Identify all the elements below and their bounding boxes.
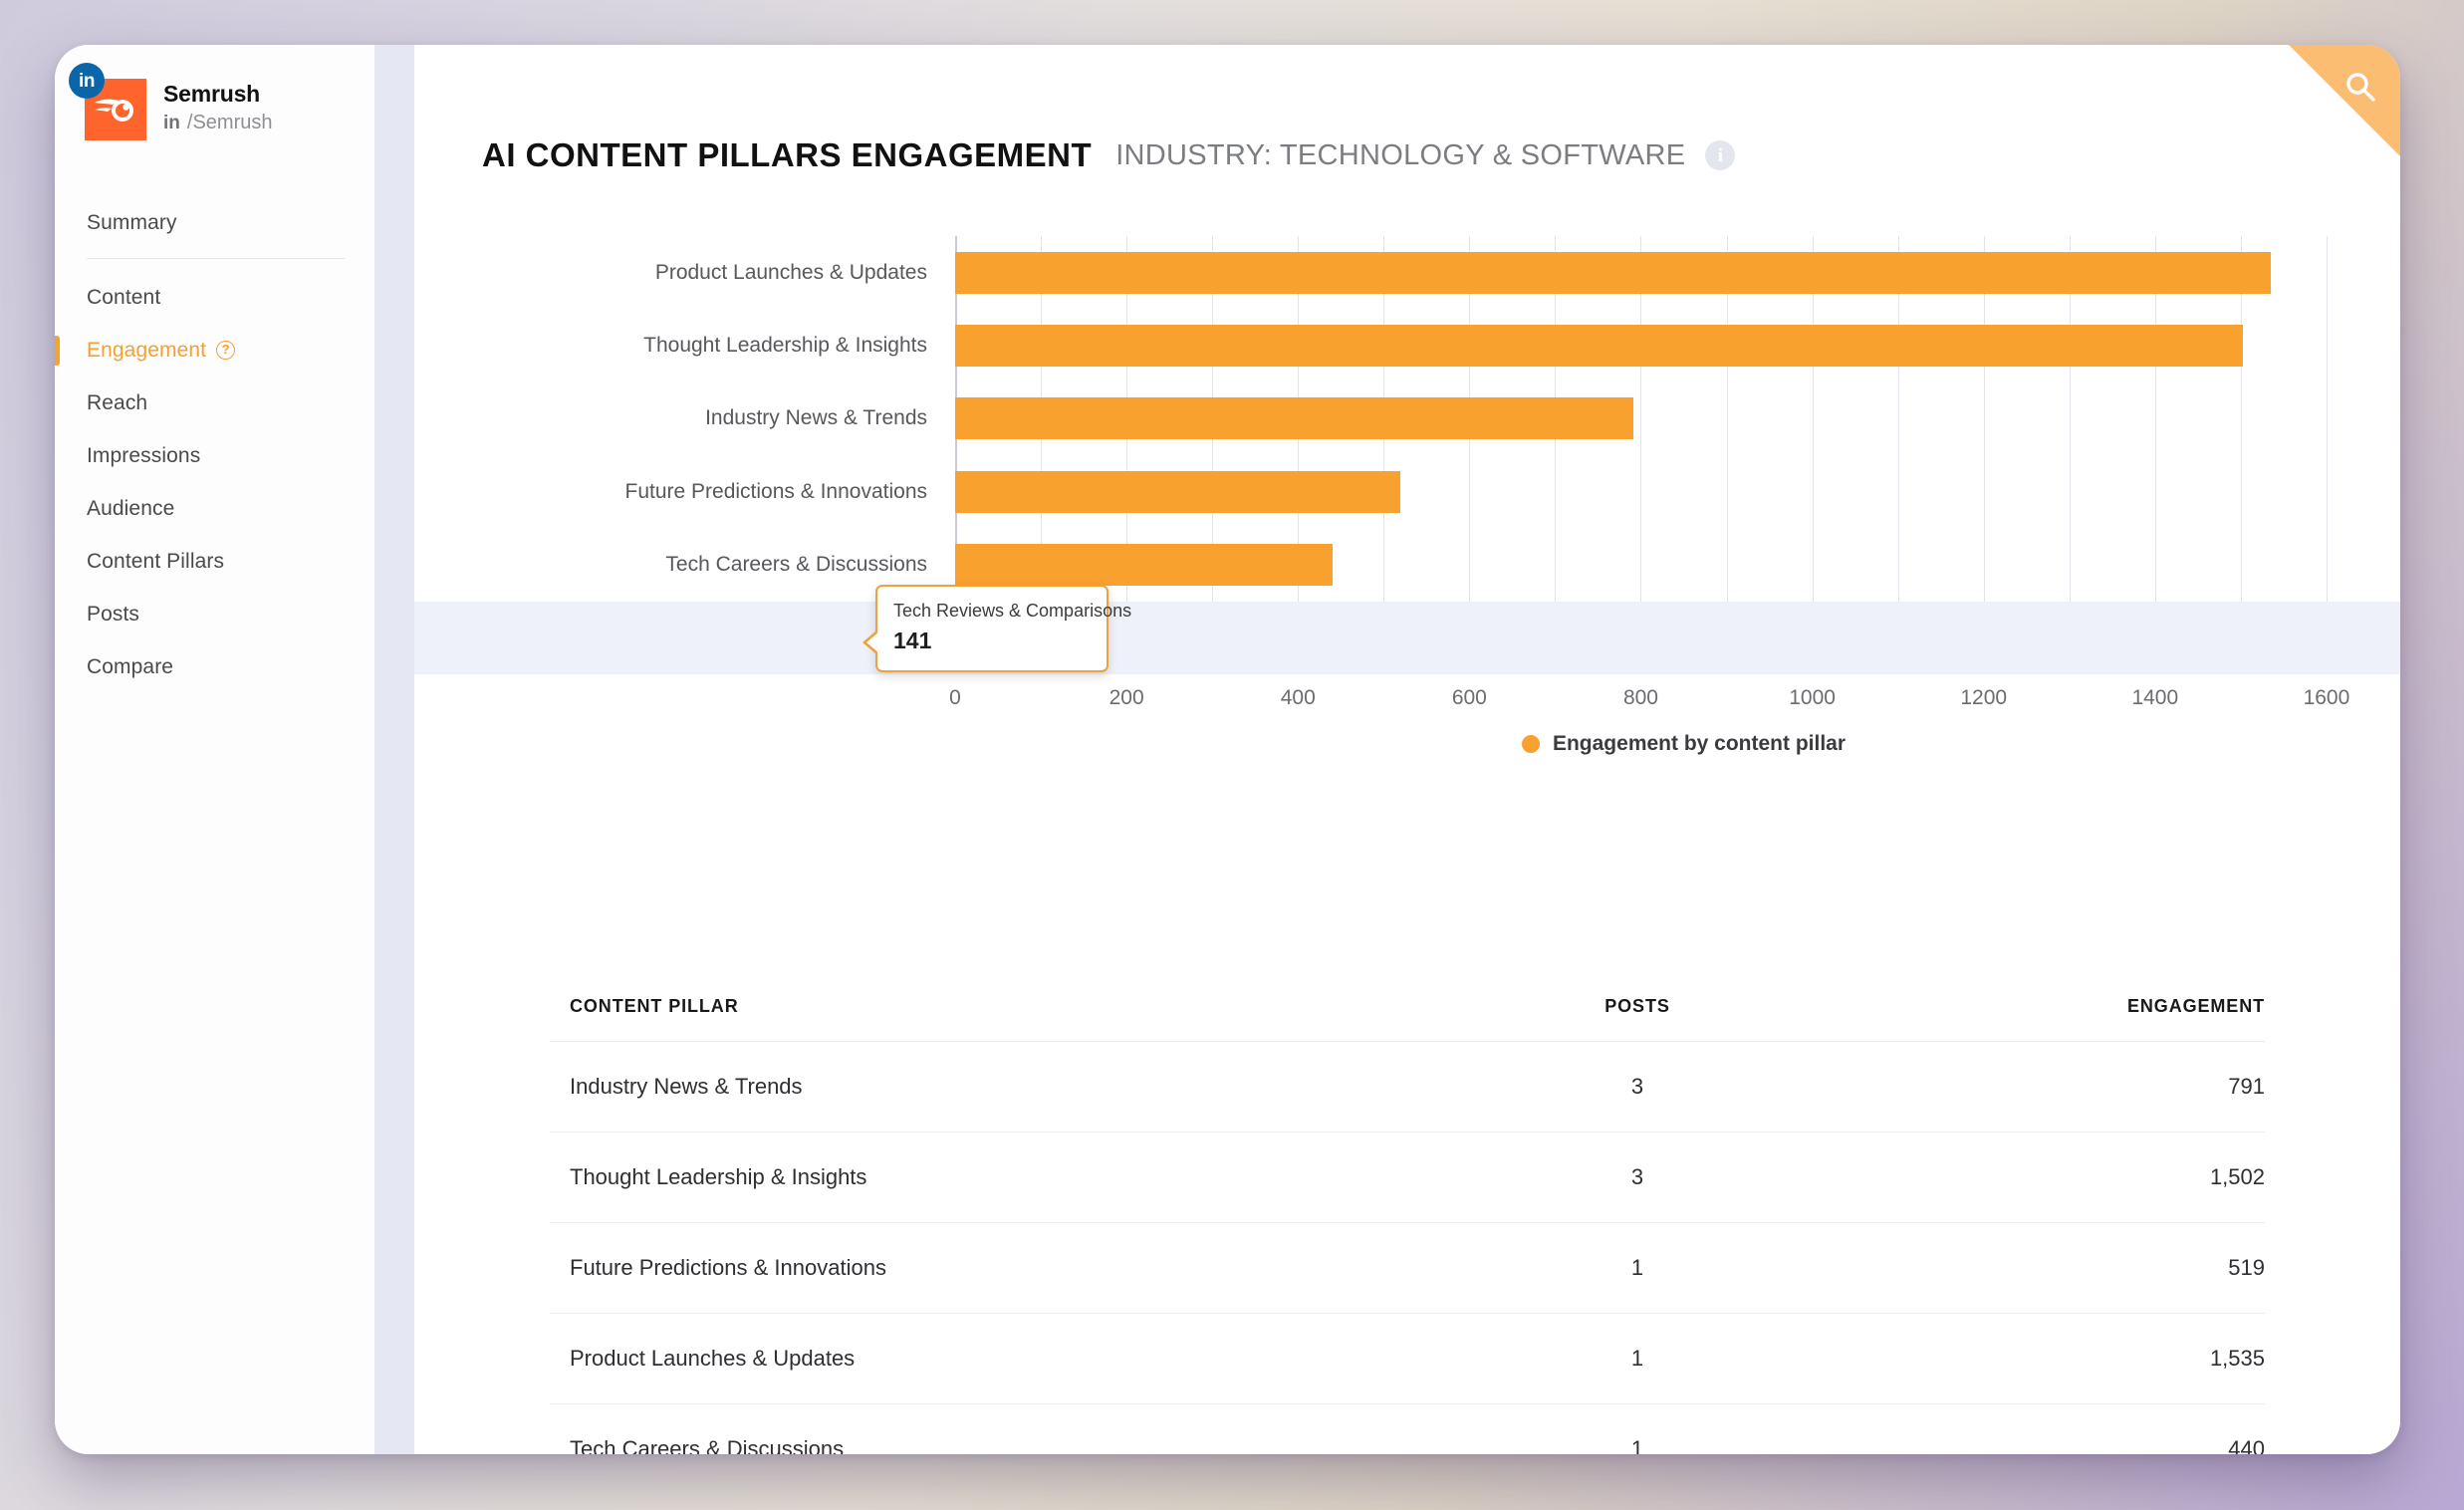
page-header: AI CONTENT PILLARS ENGAGEMENT INDUSTRY: … [414,45,2400,174]
table-row[interactable]: Future Predictions & Innovations 1 519 [550,1222,2265,1314]
sidebar-item-label: Engagement [87,338,207,362]
brand-text: Semrush in /Semrush [163,79,272,134]
cell-posts: 1 [1428,1222,1847,1314]
brand-handle: in /Semrush [163,112,272,134]
table-header-row: CONTENT PILLAR POSTS ENGAGEMENT [550,996,2265,1042]
chart-category-label: Industry News & Trends [705,406,927,430]
chart-bar[interactable] [955,544,1333,586]
cell-posts: 3 [1428,1132,1847,1223]
cell-content-pillar: Tech Careers & Discussions [550,1403,1428,1454]
cell-posts: 1 [1428,1403,1847,1454]
chart-x-tick-label: 600 [1451,686,1487,709]
table-body: Industry News & Trends 3 791 Thought Leader… [550,1041,2265,1454]
cell-engagement: 791 [1847,1041,2265,1132]
chart-tooltip: Tech Reviews & Comparisons 141 [862,585,1132,672]
chart-x-tick-label: 1200 [1960,686,2008,709]
info-icon[interactable]: i [1705,140,1736,170]
chart-x-tick-label: 200 [1109,686,1144,709]
chart-legend: Engagement by content pillar [955,732,2400,756]
table-row[interactable]: Product Launches & Updates 1 1,535 [550,1313,2265,1404]
cell-content-pillar: Product Launches & Updates [550,1313,1428,1404]
page-title: AI CONTENT PILLARS ENGAGEMENT [482,136,1093,173]
sidebar-item-label: Compare [87,654,174,678]
legend-color-dot [1521,735,1540,753]
sidebar-item-label: Content [87,285,161,309]
app-window: in Semrush in /Semrush Summary Content E… [55,45,2400,1454]
main-content-card: AI CONTENT PILLARS ENGAGEMENT INDUSTRY: … [414,45,2400,1454]
chart-x-tick-label: 800 [1622,686,1658,709]
chart-x-tick-label: 0 [949,686,961,709]
cell-engagement: 1,535 [1847,1313,2265,1404]
chart-row-highlight [414,601,2400,674]
help-icon[interactable]: ? [216,341,236,360]
cell-content-pillar: Future Predictions & Innovations [550,1222,1428,1314]
sidebar-item-reach[interactable]: Reach [55,377,374,429]
cell-engagement: 440 [1847,1403,2265,1454]
sidebar-item-label: Impressions [87,443,201,467]
cell-engagement: 519 [1847,1222,2265,1314]
sidebar-item-summary[interactable]: Summary [55,198,374,248]
chart-category-label: Thought Leadership & Insights [643,334,927,357]
table-row[interactable]: Thought Leadership & Insights 3 1,502 [550,1132,2265,1223]
brand-header: in Semrush in /Semrush [55,63,374,164]
content-pillar-table: CONTENT PILLAR POSTS ENGAGEMENT Industry… [482,996,2333,1454]
sidebar-item-audience[interactable]: Audience [55,482,374,535]
sidebar-item-label: Audience [87,496,175,520]
sidebar-item-impressions[interactable]: Impressions [55,429,374,482]
chart-x-tick-label: 1000 [1789,686,1836,709]
brand-handle-text: /Semrush [186,111,273,133]
sidebar: in Semrush in /Semrush Summary Content E… [55,45,374,1454]
chart-bar[interactable] [955,325,2243,367]
engagement-bar-chart: Product Launches & Updates Thought Leader… [414,236,2400,755]
chart-x-tick-label: 1600 [2303,686,2350,709]
linkedin-badge-icon: in [69,63,105,99]
sidebar-divider [87,258,345,259]
cell-content-pillar: Thought Leadership & Insights [550,1132,1428,1223]
sidebar-item-posts[interactable]: Posts [55,588,374,640]
cell-engagement: 1,502 [1847,1132,2265,1223]
search-button[interactable] [2289,45,2400,156]
sidebar-nav: Summary Content Engagement ? Reach Impre… [55,198,374,693]
chart-x-tick-label: 1400 [2131,686,2179,709]
tooltip-arrow-inner [866,630,880,654]
panel-gap [374,45,414,1454]
brand-name: Semrush [163,81,261,107]
page-subtitle: INDUSTRY: TECHNOLOGY & SOFTWARE [1115,138,1686,171]
chart-bar[interactable] [955,470,1400,513]
brand-logo-wrap: in [69,63,146,140]
sidebar-item-compare[interactable]: Compare [55,640,374,693]
sidebar-item-content-pillars[interactable]: Content Pillars [55,535,374,588]
chart-category-label: Tech Careers & Discussions [665,553,927,576]
chart-x-tick-label: 400 [1280,686,1316,709]
sidebar-item-label: Posts [87,602,140,626]
column-header-posts[interactable]: POSTS [1428,996,1847,1042]
cell-posts: 3 [1428,1041,1847,1132]
linkedin-in-icon: in [163,112,180,133]
tooltip-value: 141 [893,628,932,653]
table: CONTENT PILLAR POSTS ENGAGEMENT Industry… [550,996,2265,1454]
chart-plot-area: 0 200 400 600 800 1000 1200 1400 1600 [414,236,2400,709]
sidebar-item-content[interactable]: Content [55,271,374,324]
sidebar-item-engagement[interactable]: Engagement ? [55,324,374,377]
search-icon [2346,73,2375,102]
sidebar-item-label: Reach [87,390,148,414]
column-header-engagement[interactable]: ENGAGEMENT [1847,996,2265,1042]
chart-category-label: Future Predictions & Innovations [624,479,928,503]
chart-bar[interactable] [955,397,1633,440]
sidebar-item-label: Summary [87,211,177,234]
table-row[interactable]: Industry News & Trends 3 791 [550,1041,2265,1132]
sidebar-item-label: Content Pillars [87,549,225,573]
cell-content-pillar: Industry News & Trends [550,1041,1428,1132]
legend-label: Engagement by content pillar [1552,732,1847,755]
chart-bar[interactable] [955,251,2271,294]
table-head: CONTENT PILLAR POSTS ENGAGEMENT [550,996,2265,1042]
cell-posts: 1 [1428,1313,1847,1404]
column-header-content-pillar[interactable]: CONTENT PILLAR [550,996,1428,1042]
chart-category-label: Product Launches & Updates [654,260,927,284]
table-row[interactable]: Tech Careers & Discussions 1 440 [550,1403,2265,1454]
tooltip-title: Tech Reviews & Comparisons [893,601,1132,621]
